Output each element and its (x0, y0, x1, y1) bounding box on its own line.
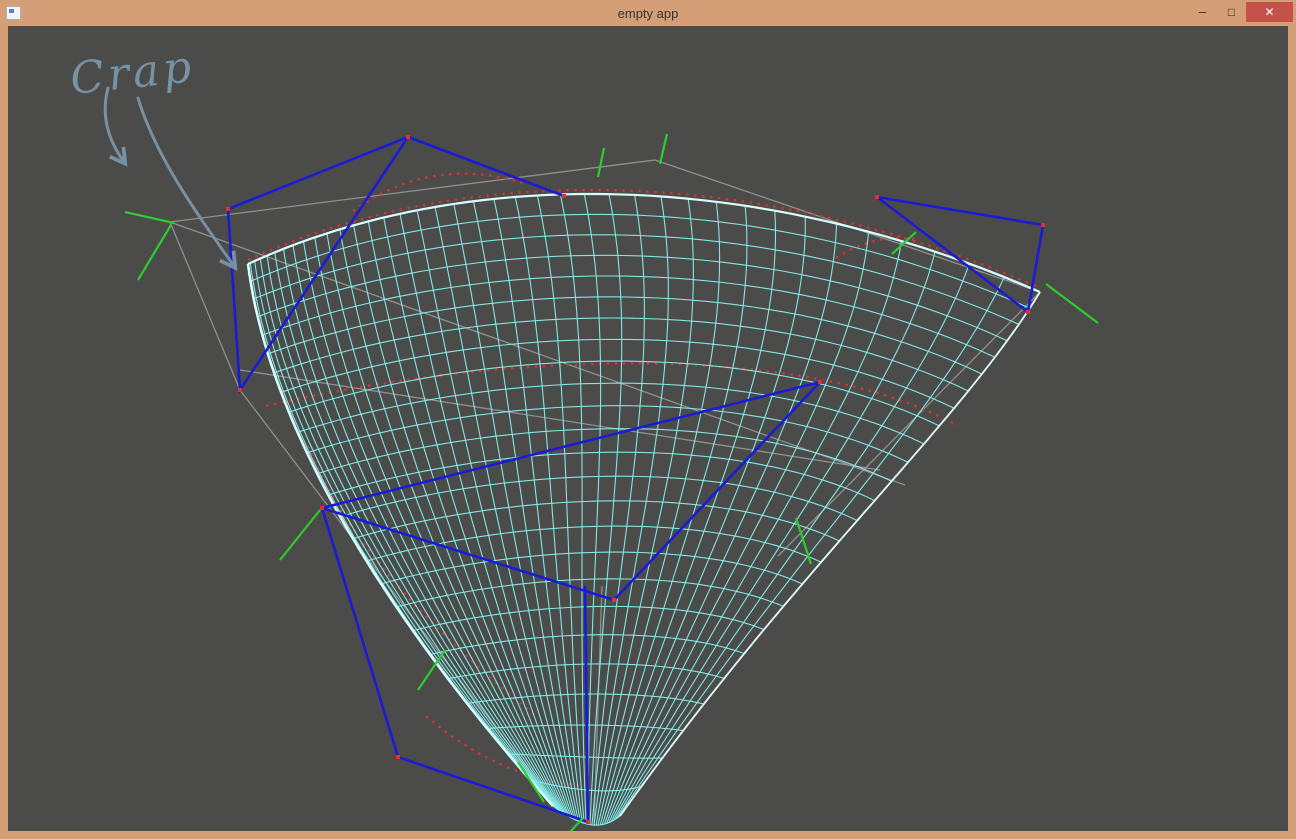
maximize-button[interactable]: □ (1217, 2, 1246, 22)
annotation: Crap (68, 41, 234, 266)
minimize-button[interactable]: – (1188, 2, 1217, 22)
annotation-arrow-long (138, 98, 234, 266)
window-title: empty app (0, 6, 1296, 21)
viewport-3d[interactable]: Crap (8, 26, 1288, 831)
scene-svg: Crap (8, 26, 1288, 831)
annotation-text: Crap (68, 41, 198, 105)
app-icon (6, 6, 21, 20)
app-window: empty app – □ ✕ Crap (0, 0, 1296, 839)
titlebar[interactable]: empty app – □ ✕ (0, 0, 1296, 26)
window-controls: – □ ✕ (1188, 0, 1296, 26)
close-button[interactable]: ✕ (1246, 2, 1293, 22)
wireframe-surface (125, 134, 1098, 831)
